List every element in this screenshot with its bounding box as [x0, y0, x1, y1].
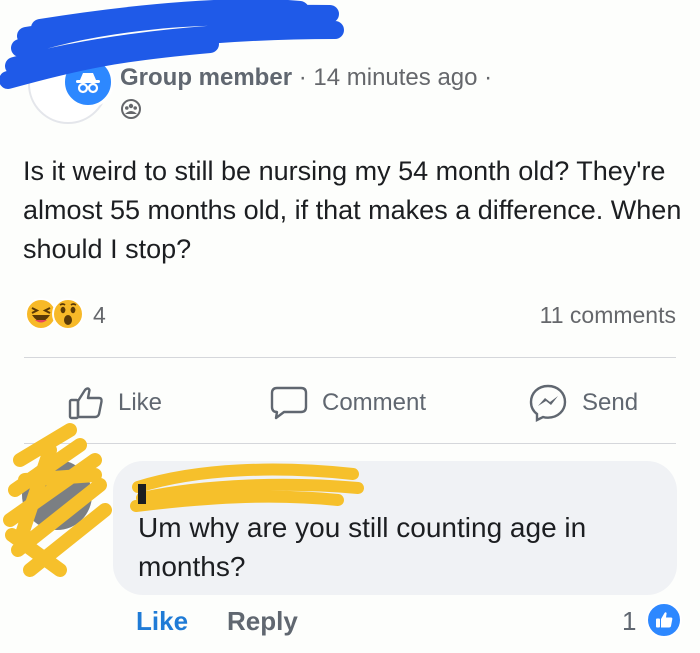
messenger-icon — [529, 384, 567, 422]
comment-button[interactable]: Comment — [270, 383, 426, 423]
comment-like-link[interactable]: Like — [136, 606, 188, 637]
reaction-count[interactable]: 4 — [93, 302, 106, 329]
comment-reply-link[interactable]: Reply — [227, 606, 298, 637]
comment-label: Comment — [322, 389, 427, 416]
avatar-redaction-scribble — [3, 423, 112, 577]
comment-bubble-icon — [270, 386, 308, 420]
comment-like-count[interactable]: 1 — [622, 606, 636, 637]
like-badge[interactable] — [646, 602, 682, 638]
comment-text: Um why are you still counting age in mon… — [138, 512, 587, 582]
like-button[interactable]: Like — [68, 383, 162, 423]
post-text: Is it weird to still be nursing my 54 mo… — [23, 156, 682, 264]
send-label: Send — [582, 389, 639, 416]
thumbs-up-icon — [656, 612, 673, 628]
send-button[interactable]: Send — [528, 383, 638, 423]
wow-icon[interactable] — [52, 298, 84, 330]
name-redaction-scribble — [0, 0, 344, 89]
meta-trailing-dot: · — [484, 64, 493, 91]
divider-top — [24, 357, 676, 358]
comments-count[interactable]: 11 comments — [540, 302, 676, 329]
divider-bottom — [24, 443, 676, 444]
like-label: Like — [118, 389, 163, 416]
commenter-name-redaction-scribble — [130, 463, 364, 512]
thumbs-up-icon — [68, 387, 103, 420]
group-icon — [121, 99, 141, 119]
